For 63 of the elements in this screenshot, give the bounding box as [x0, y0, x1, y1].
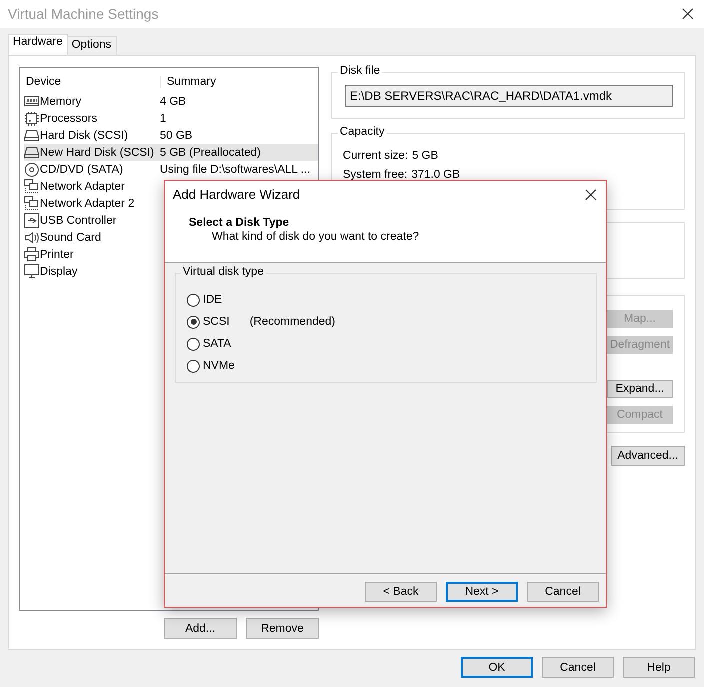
tab[interactable]: Hardware	[8, 34, 68, 55]
device-name[interactable]: Display	[40, 266, 78, 278]
device-name[interactable]: Network Adapter	[40, 180, 126, 192]
disc-icon	[24, 162, 40, 178]
column-header[interactable]: Device	[20, 76, 160, 88]
monitor-icon	[24, 264, 40, 280]
speaker-icon	[24, 230, 40, 246]
field-label: Current size:	[343, 150, 408, 162]
radio-button[interactable]	[187, 316, 200, 328]
dialog-heading: Select a Disk Type	[189, 217, 290, 229]
usb-icon	[24, 212, 40, 228]
dialog-button[interactable]: Cancel	[542, 657, 614, 678]
processor-icon	[24, 110, 40, 126]
advanced-button[interactable]: Advanced...	[611, 446, 685, 466]
option-label[interactable]: SATA	[203, 338, 232, 350]
group-label: Virtual disk type	[181, 266, 266, 278]
device-summary: Using file D:\softwares\ALL ...	[159, 164, 310, 176]
device-summary: 1	[159, 112, 166, 124]
selected-row[interactable]: New Hard Disk (SCSI) 5 GB (Preallocated)	[24, 144, 318, 161]
radio-button[interactable]	[187, 338, 200, 350]
close-icon[interactable]	[585, 188, 597, 200]
printer-icon	[24, 246, 40, 262]
dialog-title: Add Hardware Wizard	[173, 187, 300, 202]
device-name[interactable]: CD/DVD (SATA)	[40, 164, 124, 176]
close-icon[interactable]	[682, 8, 694, 20]
option-label[interactable]: IDE	[203, 294, 222, 306]
utility-button[interactable]: Expand...	[607, 380, 673, 398]
device-name[interactable]: USB Controller	[40, 214, 117, 226]
option-note: (Recommended)	[250, 316, 336, 328]
device-name[interactable]: Hard Disk (SCSI)	[40, 130, 128, 142]
radio-button[interactable]	[187, 294, 200, 306]
field-value: 371.0 GB	[412, 168, 460, 180]
dialog-subheading: What kind of disk do you want to create?	[212, 231, 420, 243]
radio-button[interactable]	[187, 360, 200, 372]
device-summary: 4 GB	[159, 96, 186, 108]
field-value: 5 GB	[412, 150, 438, 162]
network-icon	[24, 196, 40, 212]
network-icon	[24, 178, 40, 194]
device-name[interactable]: Network Adapter 2	[40, 198, 135, 210]
memory-icon	[24, 94, 40, 110]
device-name[interactable]: Processors	[40, 112, 98, 124]
wizard-button[interactable]: < Back	[365, 582, 437, 602]
dialog-button[interactable]: Help	[623, 657, 695, 678]
device-button[interactable]: Remove	[246, 618, 319, 639]
device-button[interactable]: Add...	[164, 618, 237, 639]
dialog-button[interactable]: OK	[461, 657, 533, 678]
column-header[interactable]: Summary	[160, 76, 216, 88]
field-label: System free:	[343, 168, 408, 180]
group-label: Disk file	[338, 65, 382, 77]
tab[interactable]: Options	[66, 36, 116, 55]
option-label[interactable]: SCSI	[203, 316, 230, 328]
device-name[interactable]: Sound Card	[40, 232, 102, 244]
file-path-field[interactable]: E:\DB SERVERS\RAC\RAC_HARD\DATA1.vmdk	[345, 85, 673, 107]
device-name[interactable]: Printer	[40, 248, 74, 260]
device-summary: 50 GB	[159, 130, 193, 142]
group-label: Capacity	[338, 126, 387, 138]
wizard-button[interactable]: Cancel	[527, 582, 599, 602]
option-label[interactable]: NVMe	[203, 360, 235, 372]
window-title: Virtual Machine Settings	[8, 6, 159, 22]
device-name[interactable]: New Hard Disk (SCSI)	[40, 146, 154, 158]
device-name[interactable]: Memory	[40, 96, 82, 108]
wizard-button[interactable]: Next >	[446, 582, 518, 602]
device-summary: 5 GB (Preallocated)	[159, 146, 261, 158]
